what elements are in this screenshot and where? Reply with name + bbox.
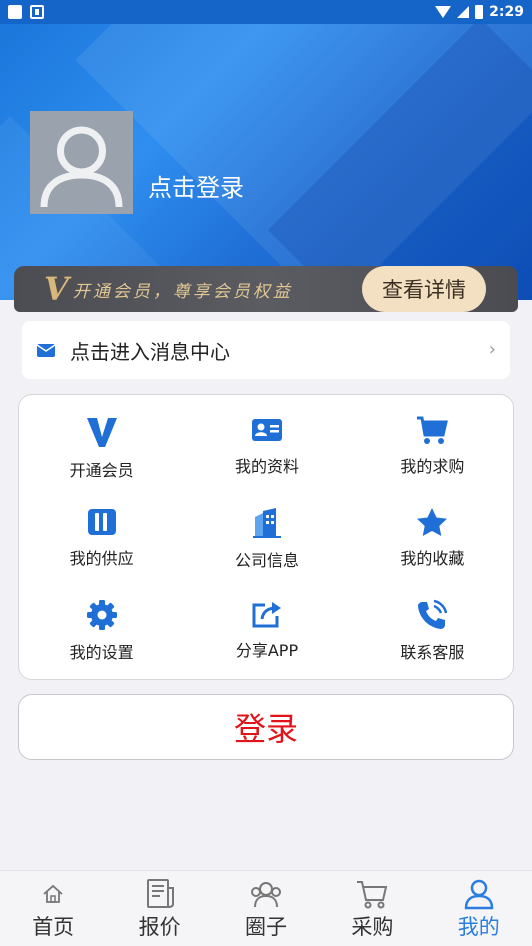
status-time: 2:29 [489,4,524,20]
building-icon [252,507,282,539]
supply-icon [87,507,117,537]
grid-item-label: 开通会员 [69,461,134,480]
grid-item-profile[interactable]: 我的资料 [184,415,349,477]
gear-icon [86,599,118,631]
grid-item-label: 公司信息 [234,551,299,570]
default-avatar-icon [40,126,123,208]
feature-grid-card: 开通会员 我的资料 我的求购 我的供应 公司信息 我的收藏 我的设置 分享APP… [18,394,514,680]
grid-item-label: 分享APP [235,641,299,660]
circle-icon [249,877,283,911]
grid-item-favorites[interactable]: 我的收藏 [350,507,515,569]
vip-banner[interactable]: V 开通会员，尊享会员权益 查看详情 [14,266,518,312]
wifi-icon [435,6,452,18]
app-notification-icon [30,5,44,19]
login-prompt[interactable]: 点击登录 [148,168,244,203]
purchase-cart-icon [356,877,388,911]
vip-banner-text: 开通会员，尊享会员权益 [72,281,293,302]
nav-item-mine[interactable]: 我的 [426,871,532,946]
grid-item-label: 我的供应 [69,549,134,568]
nav-item-label: 我的 [457,915,500,939]
chevron-right-icon: › [488,339,496,360]
login-button[interactable]: 登录 [18,694,514,760]
cart-icon [416,415,449,445]
grid-item-my-supply[interactable]: 我的供应 [19,507,184,569]
notification-icon [8,5,22,19]
nav-item-label: 首页 [32,915,75,939]
share-icon [251,599,283,629]
avatar[interactable] [30,111,133,214]
star-icon [416,507,448,537]
battery-icon [475,5,484,19]
person-icon [463,877,495,911]
grid-item-label: 我的设置 [69,643,134,662]
nav-item-quote[interactable]: 报价 [106,871,212,946]
vip-v-mark: V [44,270,69,308]
grid-item-share-app[interactable]: 分享APP [184,599,349,661]
status-bar: 2:29 [0,0,532,24]
message-center-label: 点击进入消息中心 [70,339,230,364]
grid-item-customer-service[interactable]: 联系客服 [350,599,515,662]
bottom-nav: 首页 报价 圈子 采购 我的 [0,870,532,946]
signal-icon [457,6,470,18]
mail-icon [36,344,56,357]
nav-item-label: 圈子 [244,915,287,939]
grid-item-label: 我的求购 [400,457,465,476]
grid-item-settings[interactable]: 我的设置 [19,599,184,662]
message-center-row[interactable]: 点击进入消息中心 › [22,321,510,379]
view-details-button[interactable]: 查看详情 [362,266,486,312]
quote-icon [145,877,175,911]
grid-item-my-requests[interactable]: 我的求购 [350,415,515,477]
grid-item-label: 联系客服 [400,643,465,662]
grid-item-label: 我的资料 [234,457,299,476]
nav-item-purchase[interactable]: 采购 [319,871,425,946]
id-card-icon [251,415,283,445]
grid-item-company-info[interactable]: 公司信息 [184,507,349,570]
vip-v-icon [86,415,118,449]
grid-item-label: 我的收藏 [400,549,465,568]
nav-item-label: 采购 [351,915,394,939]
nav-item-label: 报价 [138,915,181,939]
grid-item-vip[interactable]: 开通会员 [19,415,184,480]
nav-item-circle[interactable]: 圈子 [213,871,319,946]
nav-item-home[interactable]: 首页 [0,871,106,946]
phone-icon [416,599,448,631]
home-icon [42,877,64,911]
